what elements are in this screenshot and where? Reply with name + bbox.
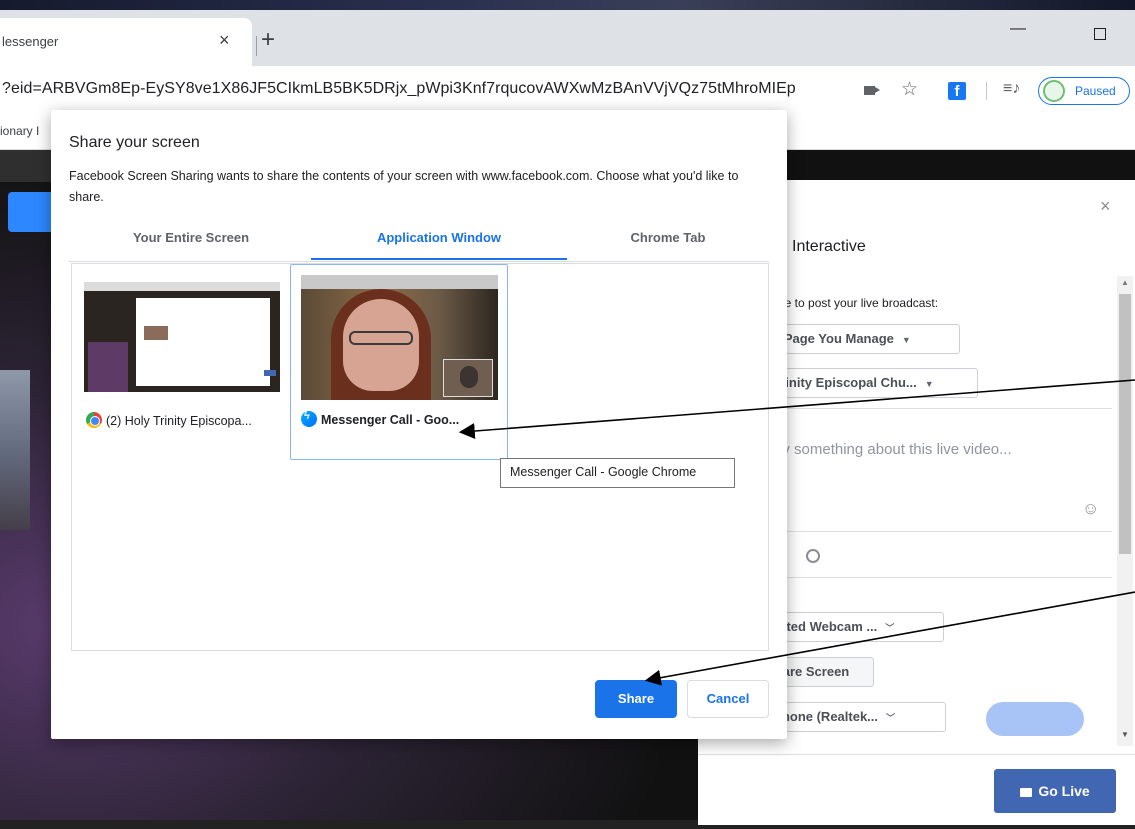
window-top-strip [0,0,1135,10]
chevron-down-icon: ﹀ [886,713,896,723]
toolbar-separator [986,82,987,100]
camera-in-use-icon[interactable] [864,86,880,95]
description-box[interactable]: ay something about this live video... ☺ [760,408,1112,578]
thumbnail-glasses [349,331,413,345]
divider [760,531,1112,532]
new-tab-button[interactable]: + [261,28,275,52]
tab-application-window[interactable]: Application Window [311,230,567,260]
minimize-button[interactable]: — [1010,20,1026,38]
window-option-messenger-call[interactable]: Messenger Call - Goo... [290,264,508,460]
window-title: Messenger Call - Goo... [321,413,460,427]
bookmark-item[interactable]: ionary I [0,124,39,138]
tab-close-icon[interactable]: × [219,30,230,51]
address-bar[interactable]: ?eid=ARBVGm8Ep-EySY8ve1X86JF5CIkmLB5BK5D… [2,80,796,98]
video-window-light [0,370,30,530]
scroll-up-icon[interactable]: ▲ [1121,278,1129,287]
window-label: (2) Holy Trinity Episcopa... [86,412,252,428]
paused-label: Paused [1075,84,1116,98]
share-screen-label: are Screen [782,664,850,679]
chevron-down-icon: ▼ [924,379,934,389]
window-tooltip: Messenger Call - Google Chrome [500,458,735,488]
video-camera-icon [1020,788,1033,797]
window-option-holy-trinity[interactable]: (2) Holy Trinity Episcopa... [80,272,298,468]
window-source-grid: (2) Holy Trinity Episcopa... Messenger C… [71,263,769,651]
chrome-icon [86,412,102,428]
thumbnail-dialog [136,298,276,386]
scroll-down-icon[interactable]: ▼ [1121,730,1129,739]
dialog-title: Share your screen [69,134,200,151]
chevron-down-icon: ▼ [901,335,911,345]
post-location-value: a Page You Manage [773,331,894,346]
tab-bar: lessenger × + — [0,10,1135,66]
tab-underline [69,261,769,262]
messenger-icon [301,410,317,427]
audio-level-pill [986,702,1084,736]
share-screen-dialog: Share your screen Facebook Screen Sharin… [51,110,787,739]
description-placeholder: ay something about this live video... [774,441,1012,458]
tab-title: lessenger [2,34,59,49]
post-location-label: ere to post your live broadcast: [774,296,939,310]
emoji-icon[interactable]: ☺ [1082,499,1099,519]
tab-interactive[interactable]: Interactive [792,238,866,256]
window-thumbnail [84,282,280,392]
dialog-description: Facebook Screen Sharing wants to share t… [69,169,739,204]
chevron-down-icon: ﹀ [885,623,895,633]
thumbnail-detail [88,342,128,392]
thumbnail-pip-video [443,359,493,397]
page-select-value: Trinity Episcopal Chu... [773,375,917,390]
tab-separator [256,36,257,56]
window-label: Messenger Call - Goo... [301,410,460,427]
avatar [1043,80,1065,102]
post-location-select[interactable]: a Page You Manage ▼ [764,324,960,354]
thumbnail-person-face [343,299,419,391]
scrollbar-thumb[interactable] [1119,294,1131,554]
page-select[interactable]: Trinity Episcopal Chu... ▼ [764,368,978,398]
sticker-icon[interactable] [806,549,820,563]
browser-tab[interactable]: lessenger × [0,18,252,66]
panel-scrollbar[interactable]: ▲ ▼ [1117,276,1133,746]
share-button[interactable]: Share [595,680,677,718]
profile-paused-button[interactable]: Paused [1038,77,1130,105]
window-thumbnail [301,275,498,400]
media-queue-icon[interactable]: ≡♪ [1003,80,1020,98]
window-title: (2) Holy Trinity Episcopa... [106,414,252,428]
maximize-button[interactable] [1094,28,1106,40]
go-live-label: Go Live [1038,783,1090,799]
go-live-button[interactable]: Go Live [994,769,1116,813]
panel-footer: Go Live [698,754,1135,825]
panel-close-icon[interactable]: × [1100,196,1111,217]
tab-entire-screen[interactable]: Your Entire Screen [71,230,311,260]
bookmark-star-icon[interactable]: ☆ [901,78,918,101]
tab-chrome-tab[interactable]: Chrome Tab [567,230,769,260]
facebook-extension-icon[interactable]: f [948,82,966,100]
cancel-button[interactable]: Cancel [687,680,769,718]
